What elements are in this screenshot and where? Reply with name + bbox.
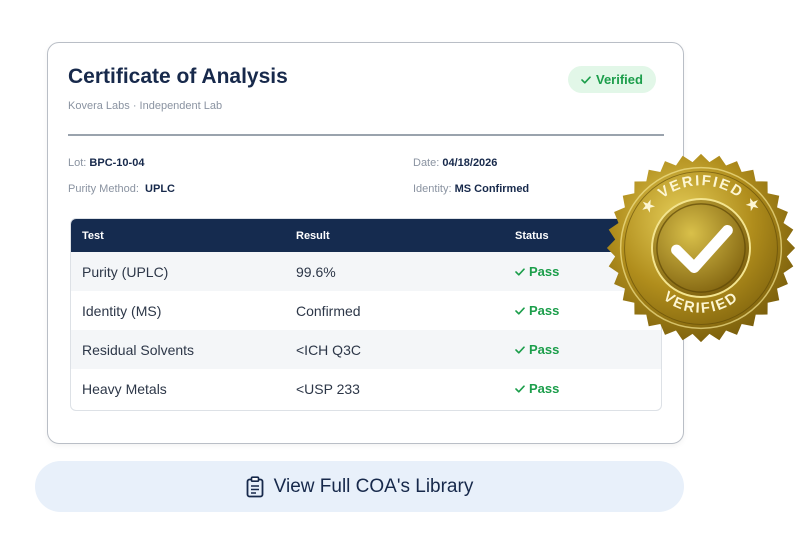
check-icon bbox=[515, 267, 525, 276]
table-header: Test Result Status bbox=[71, 219, 661, 252]
header-test: Test bbox=[82, 229, 104, 242]
identity-label: Identity: bbox=[413, 183, 452, 195]
verified-seal: ★ VERIFIED ★ VERIFIED bbox=[606, 153, 796, 343]
table-row: Purity (UPLC) 99.6% Pass bbox=[71, 252, 661, 291]
identity-value: MS Confirmed bbox=[454, 183, 530, 195]
status-pass: Pass bbox=[515, 330, 559, 369]
header-result: Result bbox=[296, 229, 330, 242]
lab-subtitle: Kovera Labs · Independent Lab bbox=[68, 100, 223, 112]
verified-badge: Verified bbox=[568, 66, 656, 93]
status-pass: Pass bbox=[515, 291, 559, 330]
test-name: Residual Solvents bbox=[82, 341, 195, 358]
method-value: UPLC bbox=[145, 183, 175, 195]
test-name: Purity (UPLC) bbox=[82, 263, 169, 280]
test-name: Identity (MS) bbox=[82, 302, 162, 319]
test-name: Heavy Metals bbox=[82, 380, 167, 397]
status-pass: Pass bbox=[515, 252, 559, 291]
status-pass: Pass bbox=[515, 369, 559, 408]
test-result: <USP 233 bbox=[296, 380, 360, 397]
method-label: Purity Method: bbox=[68, 183, 139, 195]
check-icon bbox=[515, 345, 525, 354]
check-icon bbox=[581, 75, 591, 84]
date-value: 04/18/2026 bbox=[442, 157, 498, 169]
identity-field: Identity: MS Confirmed bbox=[413, 183, 529, 195]
test-result: Confirmed bbox=[296, 302, 361, 319]
test-result: <ICH Q3C bbox=[296, 341, 361, 358]
lot-value: BPC-10-04 bbox=[89, 157, 145, 169]
table-row: Identity (MS) Confirmed Pass bbox=[71, 291, 661, 330]
test-result: 99.6% bbox=[296, 263, 336, 280]
status-label: Pass bbox=[529, 381, 560, 396]
clipboard-icon bbox=[246, 475, 264, 497]
table-row: Residual Solvents <ICH Q3C Pass bbox=[71, 330, 661, 369]
results-table: Test Result Status Purity (UPLC) 99.6% P… bbox=[70, 218, 662, 411]
status-label: Pass bbox=[529, 264, 560, 279]
header-status: Status bbox=[515, 229, 549, 242]
method-field: Purity Method: UPLC bbox=[68, 183, 175, 195]
view-coa-library-label: View Full COA's Library bbox=[273, 475, 474, 497]
view-coa-library-button[interactable]: View Full COA's Library bbox=[35, 461, 684, 512]
status-label: Pass bbox=[529, 303, 560, 318]
lot-field: Lot: BPC-10-04 bbox=[68, 157, 144, 169]
divider bbox=[68, 134, 664, 136]
lot-label: Lot: bbox=[68, 157, 87, 169]
date-field: Date: 04/18/2026 bbox=[413, 157, 497, 169]
check-icon bbox=[515, 384, 525, 393]
date-label: Date: bbox=[413, 157, 440, 169]
check-icon bbox=[515, 306, 525, 315]
table-row: Heavy Metals <USP 233 Pass bbox=[71, 369, 661, 408]
status-label: Pass bbox=[529, 342, 560, 357]
certificate-card: Certificate of Analysis Kovera Labs · In… bbox=[47, 42, 684, 444]
verified-badge-label: Verified bbox=[596, 72, 643, 87]
card-title: Certificate of Analysis bbox=[68, 65, 288, 88]
